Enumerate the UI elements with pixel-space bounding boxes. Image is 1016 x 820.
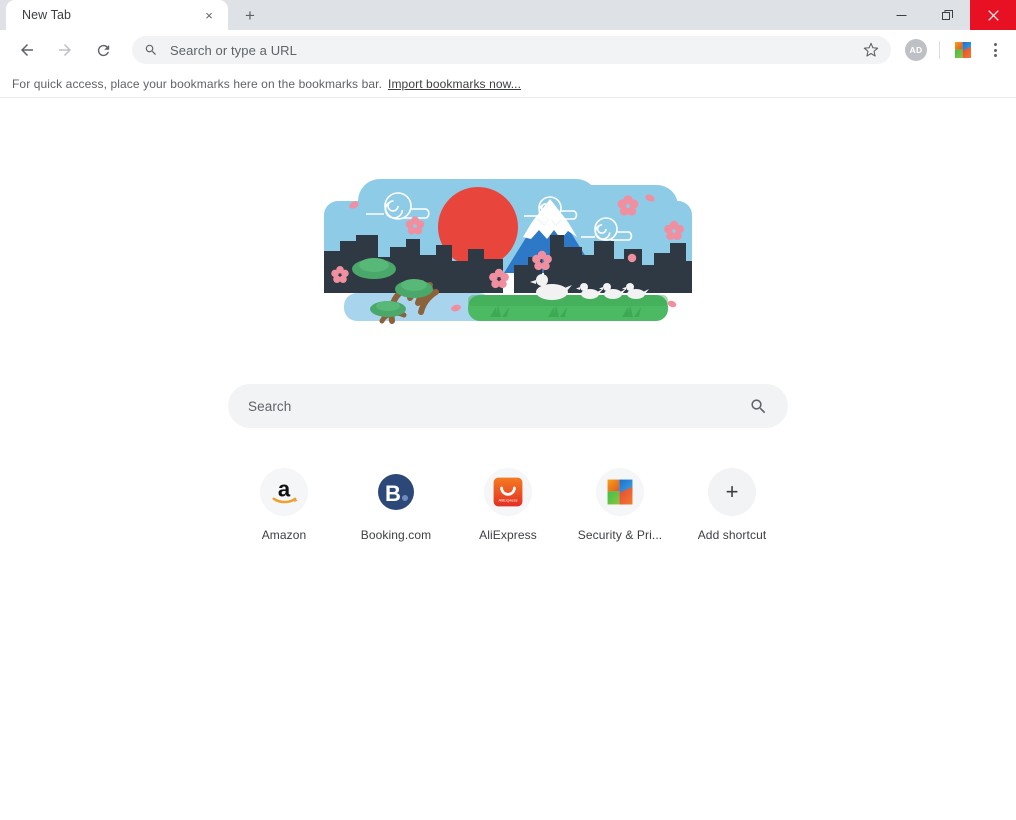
browser-toolbar: Search or type a URL AD bbox=[0, 30, 1016, 70]
chrome-browser-window: New Tab × + Search or type a URL AD For … bbox=[0, 0, 1016, 820]
menu-dot bbox=[993, 43, 997, 46]
new-tab-button[interactable]: + bbox=[236, 1, 264, 29]
minimize-button[interactable] bbox=[878, 0, 924, 30]
svg-text:B: B bbox=[385, 481, 401, 506]
add-shortcut-tile[interactable]: + Add shortcut bbox=[676, 468, 788, 542]
menu-dot bbox=[993, 54, 997, 57]
minimize-icon bbox=[896, 14, 906, 16]
shortcut-label: Security & Pri... bbox=[577, 528, 663, 542]
plus-glyph: + bbox=[725, 479, 739, 504]
shortcut-label: Amazon bbox=[261, 528, 307, 542]
arrow-left-icon bbox=[21, 44, 33, 56]
chrome-menu-button[interactable] bbox=[982, 37, 1008, 63]
import-bookmarks-link[interactable]: Import bookmarks now... bbox=[388, 77, 521, 91]
reload-button[interactable] bbox=[88, 35, 118, 65]
address-bar[interactable]: Search or type a URL bbox=[132, 36, 891, 64]
japan-fuji-doodle[interactable] bbox=[318, 161, 698, 336]
search-icon bbox=[144, 43, 158, 57]
shortcut-tile-booking[interactable]: B Booking.com bbox=[340, 468, 452, 542]
bookmarks-bar: For quick access, place your bookmarks h… bbox=[0, 70, 1016, 98]
tab-title: New Tab bbox=[22, 8, 72, 22]
tab-strip: New Tab × + bbox=[0, 0, 1016, 30]
plus-icon: + bbox=[708, 468, 756, 516]
bookmark-star-icon[interactable] bbox=[859, 38, 883, 62]
shortcut-tiles: a Amazon B Booking.com AliExpress AliExp… bbox=[228, 468, 788, 542]
new-tab-page: Search a Amazon B Booking.com AliExpress… bbox=[0, 98, 1016, 820]
bookmarks-hint-text: For quick access, place your bookmarks h… bbox=[12, 76, 383, 91]
back-button[interactable] bbox=[12, 35, 42, 65]
browser-tab[interactable]: New Tab × bbox=[6, 0, 228, 30]
shortcut-label: Add shortcut bbox=[697, 528, 767, 542]
svg-text:AliExpress: AliExpress bbox=[499, 498, 518, 503]
ntp-search-box[interactable]: Search bbox=[228, 384, 788, 428]
grass-band bbox=[468, 295, 668, 321]
security-extension-icon[interactable] bbox=[954, 41, 972, 59]
window-controls bbox=[878, 0, 1016, 30]
profile-avatar[interactable]: AD bbox=[905, 39, 927, 61]
doodle-container bbox=[0, 161, 1016, 336]
booking-icon: B bbox=[372, 468, 420, 516]
shortcut-label: Booking.com bbox=[360, 528, 432, 542]
shortcut-tile-security[interactable]: Security & Pri... bbox=[564, 468, 676, 542]
restore-icon bbox=[941, 9, 953, 20]
search-icon[interactable] bbox=[749, 397, 768, 416]
shortcut-tile-amazon[interactable]: a Amazon bbox=[228, 468, 340, 542]
menu-dot bbox=[993, 48, 997, 52]
arrow-right-icon bbox=[59, 44, 71, 56]
aliexpress-icon: AliExpress bbox=[484, 468, 532, 516]
forward-button[interactable] bbox=[50, 35, 80, 65]
tab-close-icon[interactable]: × bbox=[200, 6, 218, 24]
toolbar-divider bbox=[939, 41, 940, 59]
svg-text:a: a bbox=[278, 476, 291, 501]
amazon-icon: a bbox=[260, 468, 308, 516]
reload-icon bbox=[97, 44, 109, 56]
close-button[interactable] bbox=[970, 0, 1016, 30]
ntp-search-placeholder: Search bbox=[248, 398, 292, 414]
maximize-button[interactable] bbox=[924, 0, 970, 30]
address-bar-placeholder: Search or type a URL bbox=[170, 42, 298, 58]
close-icon bbox=[987, 9, 999, 21]
shortcut-label: AliExpress bbox=[479, 528, 537, 542]
shortcut-tile-aliexpress[interactable]: AliExpress AliExpress bbox=[452, 468, 564, 542]
security-icon bbox=[596, 468, 644, 516]
